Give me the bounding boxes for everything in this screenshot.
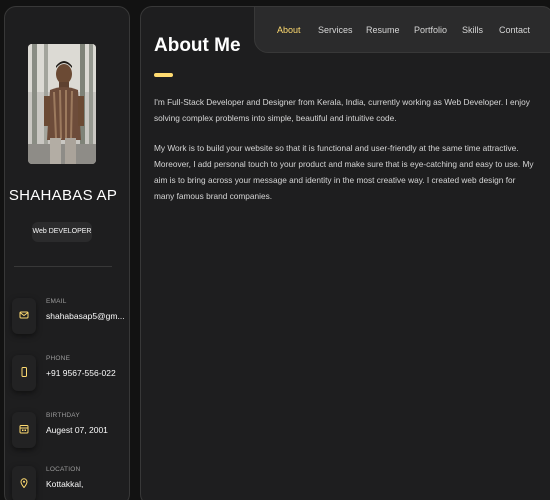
job-title-badge: Web DEVELOPER <box>32 222 92 242</box>
email-label: EMAIL <box>46 298 67 305</box>
phone-label: PHONE <box>46 355 71 362</box>
phone-icon <box>12 355 36 391</box>
contact-location: LOCATION Kottakkal, <box>12 464 122 500</box>
nav-contact[interactable]: Contact <box>499 25 530 35</box>
birthday-value: Augest 07, 2001 <box>46 425 108 435</box>
nav-skills[interactable]: Skills <box>462 25 483 35</box>
contact-birthday: BIRTHDAY Augest 07, 2001 <box>12 410 122 450</box>
main-panel <box>140 6 550 500</box>
navbar: About Services Resume Portfolio Skills C… <box>254 6 550 53</box>
email-value[interactable]: shahabasap5@gm... <box>46 311 126 321</box>
title-underline <box>154 73 173 77</box>
contact-phone: PHONE +91 9567-556-022 <box>12 353 122 393</box>
contact-email: EMAIL shahabasap5@gm... <box>12 296 125 336</box>
nav-resume[interactable]: Resume <box>366 25 400 35</box>
nav-about[interactable]: About <box>277 25 301 35</box>
page-title: About Me <box>154 35 241 56</box>
profile-name: SHAHABAS AP <box>8 187 118 204</box>
avatar <box>28 44 96 164</box>
birthday-label: BIRTHDAY <box>46 412 80 419</box>
nav-services[interactable]: Services <box>318 25 353 35</box>
mail-icon <box>12 298 36 334</box>
phone-value[interactable]: +91 9567-556-022 <box>46 368 126 378</box>
about-paragraph-1: I'm Full-Stack Developer and Designer fr… <box>154 97 530 123</box>
about-paragraph-2: My Work is to build your website so that… <box>154 143 534 201</box>
nav-portfolio[interactable]: Portfolio <box>414 25 447 35</box>
location-label: LOCATION <box>46 466 81 473</box>
calendar-icon <box>12 412 36 448</box>
location-value: Kottakkal, <box>46 479 84 489</box>
location-pin-icon <box>12 466 36 500</box>
sidebar-separator <box>14 266 112 267</box>
